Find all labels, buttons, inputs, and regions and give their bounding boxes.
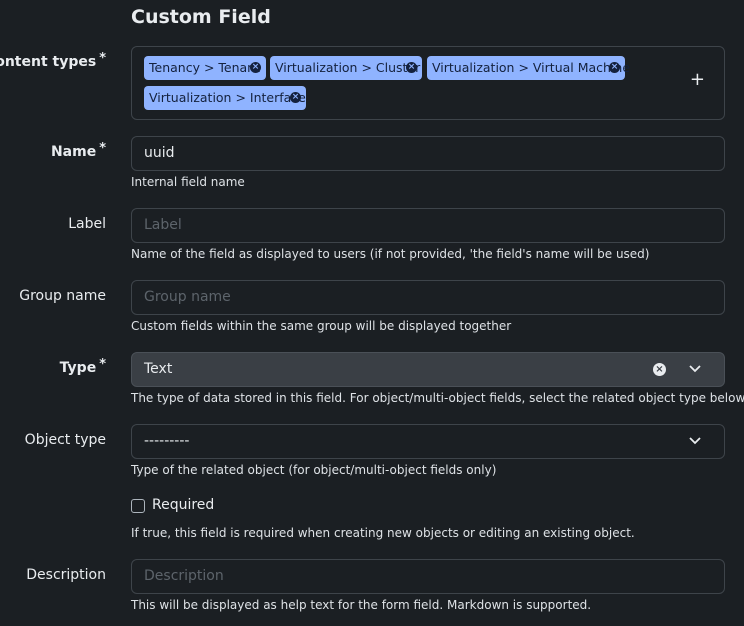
- content-types-multiselect[interactable]: Tenancy > Tenant × Virtualization > Clus…: [131, 46, 725, 120]
- tag-label: Virtualization > Cluster: [275, 60, 421, 75]
- object-type-selected-value: ---------: [144, 433, 190, 449]
- tag-label: Virtualization > Virtual Machine: [432, 60, 631, 75]
- label-field[interactable]: Label: [131, 208, 725, 243]
- remove-tag-icon[interactable]: ×: [250, 62, 261, 73]
- group-name-placeholder: Group name: [144, 289, 231, 305]
- required-star: *: [99, 357, 106, 372]
- remove-tag-icon[interactable]: ×: [290, 92, 301, 103]
- group-name-help: Custom fields within the same group will…: [131, 319, 512, 333]
- required-checkbox[interactable]: [131, 499, 145, 513]
- type-select[interactable]: Text ×: [131, 352, 725, 387]
- description-help: This will be displayed as help text for …: [131, 598, 592, 612]
- object-type-label: Object type: [24, 432, 106, 448]
- description-label: Description: [26, 567, 106, 583]
- description-placeholder: Description: [144, 568, 224, 584]
- tag-label: Virtualization > Interface: [149, 90, 306, 105]
- tag-label: Tenancy > Tenant: [149, 60, 261, 75]
- name-label-text: Name: [50, 144, 97, 160]
- chevron-down-icon[interactable]: [688, 361, 702, 375]
- tag-virtualization-interface: Virtualization > Interface ×: [144, 86, 306, 110]
- name-label: Name *: [50, 141, 106, 160]
- required-help: If true, this field is required when cre…: [131, 526, 635, 540]
- tag-tenancy-tenant: Tenancy > Tenant ×: [144, 56, 266, 80]
- description-field[interactable]: Description: [131, 559, 725, 594]
- remove-tag-icon[interactable]: ×: [406, 62, 417, 73]
- group-name-label: Group name: [19, 288, 106, 304]
- plus-icon[interactable]: +: [690, 71, 705, 89]
- required-star: *: [99, 51, 106, 66]
- required-checkbox-label[interactable]: Required: [152, 497, 214, 513]
- tag-virtualization-cluster: Virtualization > Cluster ×: [270, 56, 422, 80]
- label-label: Label: [68, 216, 106, 232]
- remove-tag-icon[interactable]: ×: [609, 62, 620, 73]
- type-selected-value: Text: [144, 361, 173, 377]
- name-field[interactable]: uuid: [131, 136, 725, 171]
- type-help: The type of data stored in this field. F…: [131, 391, 744, 405]
- type-label-text: Type: [59, 360, 97, 376]
- required-star: *: [99, 141, 106, 156]
- name-input-value: uuid: [144, 145, 175, 161]
- chevron-down-icon[interactable]: [688, 433, 702, 447]
- content-types-label-text: Content types: [0, 54, 97, 70]
- label-help: Name of the field as displayed to users …: [131, 247, 650, 261]
- label-placeholder: Label: [144, 217, 182, 233]
- tag-virtualization-virtual-machine: Virtualization > Virtual Machine ×: [427, 56, 630, 80]
- object-type-select[interactable]: ---------: [131, 424, 725, 459]
- clear-icon[interactable]: ×: [653, 363, 666, 376]
- content-types-label: Content types*: [0, 51, 106, 70]
- group-name-field[interactable]: Group name: [131, 280, 725, 315]
- type-label: Type *: [59, 357, 106, 376]
- name-help: Internal field name: [131, 175, 245, 189]
- object-type-help: Type of the related object (for object/m…: [131, 463, 497, 477]
- page-title: Custom Field: [131, 6, 271, 28]
